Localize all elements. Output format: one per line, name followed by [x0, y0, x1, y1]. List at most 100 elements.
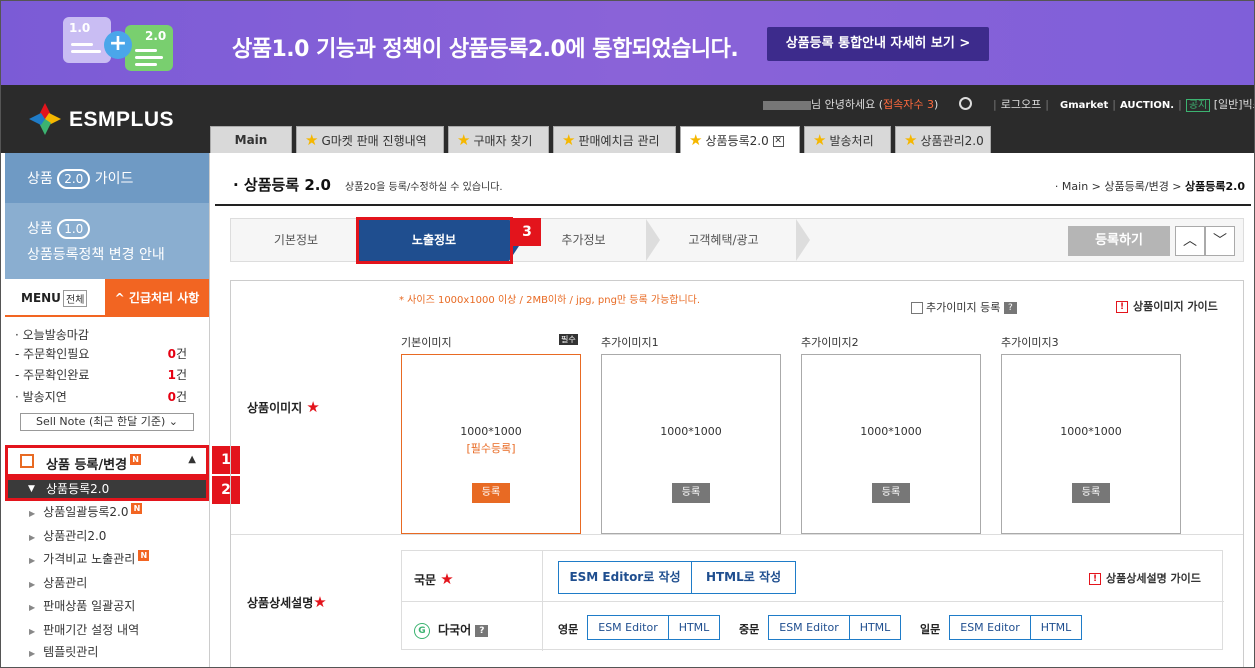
- sidebar-item-sale-period[interactable]: ▶ 판매기간 설정 내역: [29, 621, 139, 638]
- guide-2-0-link[interactable]: 상품 2.0 가이드: [5, 153, 209, 203]
- star-icon: ★: [562, 131, 576, 149]
- close-icon[interactable]: ✕: [772, 136, 784, 147]
- tab-deposit[interactable]: ★ 판매예치금 관리: [553, 126, 676, 153]
- esmplus-logo-mark-icon: [29, 103, 61, 135]
- notice-text[interactable]: [일반]빅스: [1214, 98, 1254, 111]
- menu-all-button[interactable]: 전체: [63, 290, 88, 307]
- sidebar-item-product-register-2[interactable]: ▼ 상품등록2.0: [5, 477, 209, 501]
- jp-html-button[interactable]: HTML: [1030, 615, 1082, 640]
- esmplus-logo[interactable]: ESMPLUS: [27, 101, 187, 137]
- esm-editor-button[interactable]: ESM Editor로 작성: [558, 561, 692, 594]
- sidebar-item-bulk-register[interactable]: ▶ 상품일괄등록2.0 N: [29, 503, 143, 520]
- help-icon: ?: [475, 624, 489, 637]
- detail-guide-link[interactable]: ! 상품상세설명 가이드: [1089, 570, 1201, 586]
- access-count[interactable]: 접속자수 3: [883, 98, 934, 111]
- caret-down-icon: ▼: [28, 484, 35, 494]
- alert-icon: !: [1116, 301, 1128, 313]
- step-marker-3: 3: [513, 218, 541, 246]
- logo-text: ESMPLUS: [69, 108, 175, 131]
- sidebar-item-bulk-notice[interactable]: ▶ 판매상품 일괄공지: [29, 597, 135, 614]
- image-slot-extra-3[interactable]: 1000*1000 등록: [1001, 354, 1181, 534]
- step-basic-info[interactable]: 기본정보: [231, 219, 361, 261]
- image-slot-extra-1[interactable]: 1000*1000 등록: [601, 354, 781, 534]
- user-name-masked: [763, 100, 811, 110]
- lang-jp-label: 일문: [920, 623, 941, 636]
- upload-button[interactable]: 등록: [872, 483, 910, 503]
- required-star-icon: ★: [313, 593, 327, 611]
- tab-product-register[interactable]: ★ 상품등록2.0 ✕: [680, 126, 800, 153]
- image-title: 추가이미지1: [601, 336, 659, 349]
- required-tag: 필수: [559, 334, 578, 345]
- globe-icon: G: [414, 622, 430, 639]
- image-hint: * 사이즈 1000x1000 이상 / 2MB이하 / jpg, png만 등…: [399, 295, 701, 306]
- page-header: · 상품등록 2.0 상품20을 등록/수정하실 수 있습니다. · Main …: [215, 166, 1251, 206]
- html-editor-button[interactable]: HTML로 작성: [691, 561, 796, 594]
- tab-shipping[interactable]: ★ 발송처리: [804, 126, 891, 153]
- step-benefit-ad[interactable]: 고객혜택/광고: [651, 219, 796, 261]
- stat-today-deadline[interactable]: · 오늘발송마감: [15, 326, 199, 343]
- cn-esm-button[interactable]: ESM Editor: [768, 615, 850, 640]
- auction-link[interactable]: AUCTION.: [1120, 100, 1174, 111]
- tab-main[interactable]: Main: [210, 126, 292, 153]
- doc2-label: 2.0: [145, 29, 167, 43]
- chevron-up-icon[interactable]: ︿: [1175, 226, 1205, 256]
- section-divider: [231, 534, 1243, 535]
- chevron-down-icon[interactable]: ﹀: [1205, 226, 1235, 256]
- logout-link[interactable]: 로그오프: [1001, 98, 1041, 111]
- jp-esm-button[interactable]: ESM Editor: [949, 615, 1031, 640]
- greeting: 님 안녕하세요 (접속자수 3): [763, 96, 938, 112]
- sidebar-item-template[interactable]: ▶ 템플릿관리: [29, 643, 98, 660]
- lang-en-label: 영문: [558, 623, 579, 636]
- doc-2-0-icon: 2.0: [125, 25, 173, 71]
- page-title: · 상품등록 2.0: [233, 176, 331, 194]
- image-slot-extra-2[interactable]: 1000*1000 등록: [801, 354, 981, 534]
- image-slot-main[interactable]: 1000*1000 [필수등록] 등록: [401, 354, 581, 534]
- sidebar-item-product-manage-2[interactable]: ▶ 상품관리2.0: [29, 527, 106, 544]
- stat-order-confirm-needed[interactable]: - 주문확인필요 0건: [15, 345, 199, 362]
- stat-shipping-delayed[interactable]: · 발송지연 0건: [15, 388, 199, 405]
- lang-cn-label: 중문: [739, 623, 760, 636]
- star-icon: ★: [305, 131, 319, 149]
- upload-button[interactable]: 등록: [1072, 483, 1110, 503]
- breadcrumb: · Main > 상품등록/변경 > 상품등록2.0: [1054, 180, 1245, 193]
- star-icon: ★: [457, 131, 471, 149]
- gift-icon: [20, 454, 34, 468]
- chevron-up-icon[interactable]: ▲: [188, 454, 196, 465]
- promo-banner: 1.0 2.0 + 상품1.0 기능과 정책이 상품등록2.0에 통합되었습니다…: [1, 1, 1254, 85]
- upload-button[interactable]: 등록: [472, 483, 510, 503]
- image-guide-link[interactable]: ! 상품이미지 가이드: [1116, 298, 1218, 314]
- help-icon: ?: [1003, 302, 1017, 314]
- sell-note-dropdown[interactable]: Sell Note (최근 한달 기준) ⌄: [20, 413, 194, 431]
- menu-section-product-register[interactable]: 상품 등록/변경 N ▲: [5, 445, 209, 477]
- stat-order-confirmed[interactable]: - 주문확인완료 1건: [15, 366, 199, 383]
- urgent-tab[interactable]: ^ 긴급처리 사항: [105, 279, 209, 317]
- plus-icon: +: [104, 31, 132, 59]
- image-title: 추가이미지2: [801, 336, 859, 349]
- cn-html-button[interactable]: HTML: [849, 615, 901, 640]
- star-icon: ★: [689, 131, 703, 149]
- image-title: 기본이미지: [401, 336, 452, 349]
- clock-icon[interactable]: [959, 96, 972, 110]
- multilang-label: G 다국어 ?: [414, 621, 489, 639]
- sidebar-item-price-compare[interactable]: ▶ 가격비교 노출관리 N: [29, 550, 150, 567]
- alert-icon: !: [1089, 573, 1101, 585]
- guide-1-0-link[interactable]: 상품 1.0 상품등록정책 변경 안내: [5, 203, 209, 279]
- tab-buyer-search[interactable]: ★ 구매자 찾기: [448, 126, 549, 153]
- tab-gmarket-sales[interactable]: ★ G마켓 판매 진행내역: [296, 126, 444, 153]
- domestic-label: 국문 ★: [414, 570, 454, 588]
- menu-header: MENU 전체 ^ 긴급처리 사항: [5, 279, 209, 317]
- register-button[interactable]: 등록하기: [1068, 226, 1170, 256]
- banner-message: 상품1.0 기능과 정책이 상품등록2.0에 통합되었습니다.: [232, 37, 739, 62]
- tab-product-manage[interactable]: ★ 상품관리2.0: [895, 126, 991, 153]
- banner-detail-button[interactable]: 상품등록 통합안내 자세히 보기 >: [767, 27, 989, 61]
- page-desc: 상품20을 등록/수정하실 수 있습니다.: [345, 182, 503, 193]
- extra-image-checkbox[interactable]: 추가이미지 등록 ?: [911, 299, 1017, 315]
- en-html-button[interactable]: HTML: [668, 615, 720, 640]
- product-image-label: 상품이미지 ★: [247, 398, 320, 416]
- gmarket-link[interactable]: Gmarket: [1060, 100, 1108, 111]
- upload-button[interactable]: 등록: [672, 483, 710, 503]
- sidebar-item-product-manage[interactable]: ▶ 상품관리: [29, 574, 87, 591]
- doc1-label: 1.0: [69, 21, 91, 35]
- star-icon: ★: [904, 131, 918, 149]
- en-esm-button[interactable]: ESM Editor: [587, 615, 669, 640]
